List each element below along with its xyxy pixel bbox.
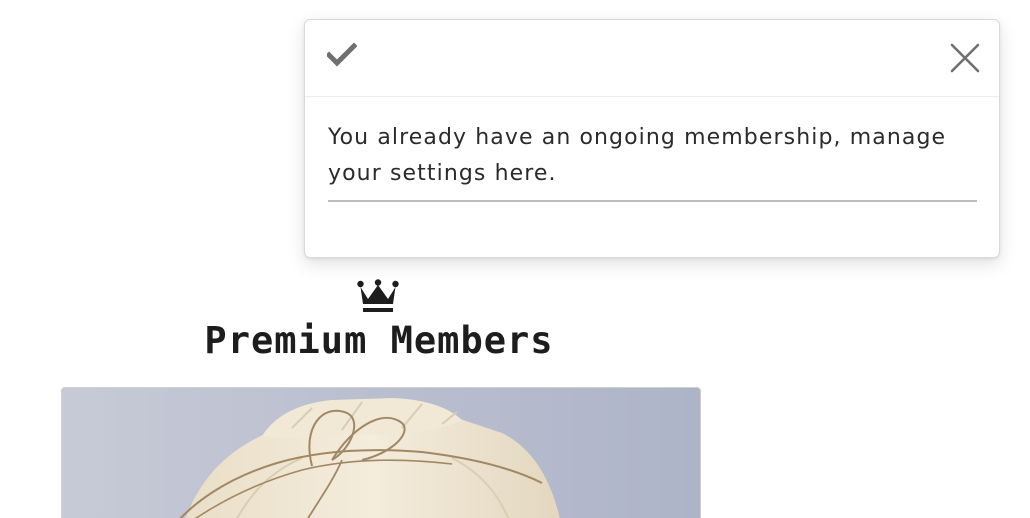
- section-title: Premium Members: [204, 319, 554, 362]
- toast-divider: [328, 200, 977, 202]
- paper-bag-illustration: [179, 398, 560, 518]
- crown-icon: [357, 279, 399, 312]
- toast-header: [305, 20, 999, 97]
- hero-image: [61, 387, 701, 518]
- toast-body: You already have an ongoing membership, …: [328, 120, 977, 192]
- toast-message[interactable]: You already have an ongoing membership, …: [328, 120, 977, 192]
- close-icon[interactable]: [949, 42, 981, 74]
- notification-toast: You already have an ongoing membership, …: [304, 19, 1000, 258]
- check-icon: [327, 42, 357, 67]
